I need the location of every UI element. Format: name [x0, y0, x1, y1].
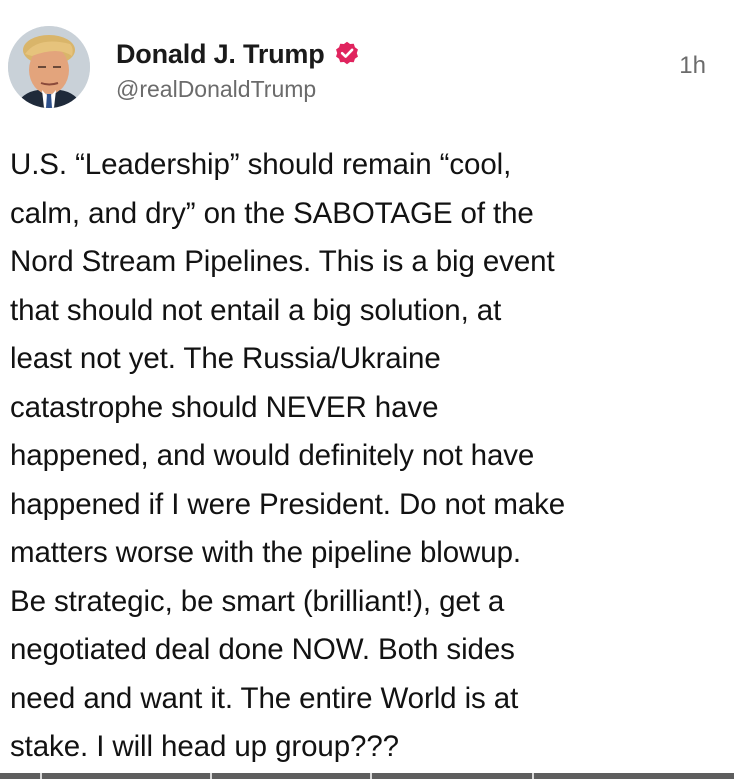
post-body-line: stake. I will head up group??? [10, 730, 399, 763]
bottom-toolbar-strip [0, 773, 734, 779]
post-header: Donald J. Trump @realDonaldTrump 1h [8, 26, 726, 108]
post-body-line: least not yet. The Russia/Ukraine [10, 342, 441, 375]
post-body: U.S. “Leadership” should remain “cool, ca… [10, 141, 726, 772]
post-body-line: negotiated deal done NOW. Both sides [10, 633, 515, 666]
author-display-name[interactable]: Donald J. Trump [116, 39, 325, 70]
toolbar-segment [41, 773, 212, 779]
post-body-line: matters worse with the pipeline blowup. [10, 536, 521, 569]
avatar-photo-icon [8, 26, 90, 108]
toolbar-segment [371, 773, 535, 779]
author-handle[interactable]: @realDonaldTrump [116, 76, 316, 103]
post-timestamp[interactable]: 1h [679, 52, 706, 80]
toolbar-segment [0, 773, 42, 779]
post-body-line: happened if I were President. Do not mak… [10, 487, 566, 521]
post-body-line: Nord Stream Pipelines. This is a big eve… [10, 245, 555, 278]
toolbar-segment [534, 773, 734, 779]
post-body-line: that should not entail a big solution, a… [10, 293, 502, 327]
post-body-line: Be strategic, be smart (brilliant!), get… [10, 584, 505, 618]
verified-badge-icon [333, 40, 361, 68]
post-body-line: catastrophe should NEVER have [10, 390, 439, 424]
post-body-line: need and want it. The entire World is at [10, 681, 519, 715]
post-body-line: happened, and would definitely not have [10, 439, 535, 472]
post-body-line: U.S. “Leadership” should remain “cool, [10, 148, 512, 181]
avatar[interactable] [8, 26, 90, 108]
toolbar-segment [211, 773, 372, 779]
author-name-row: Donald J. Trump [116, 34, 361, 74]
post-card: Donald J. Trump @realDonaldTrump 1h U.S.… [0, 0, 734, 779]
post-body-line: calm, and dry” on the SABOTAGE of the [10, 196, 534, 230]
